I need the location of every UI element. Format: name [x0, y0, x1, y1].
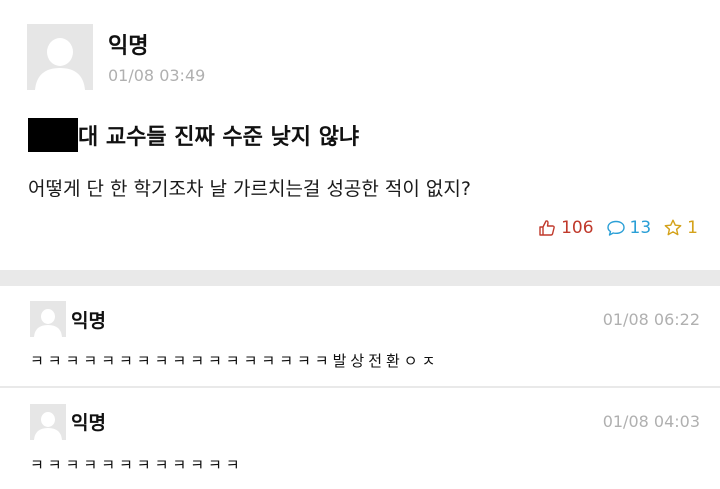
star-icon [664, 219, 682, 236]
post-title-row: 대 교수들 진짜 수준 낮지 않냐 [28, 118, 359, 152]
post-title: 대 교수들 진짜 수준 낮지 않냐 [78, 125, 360, 150]
avatar [30, 404, 66, 440]
comment-item: 익명 01/08 04:03 ㅋㅋㅋㅋㅋㅋㅋㅋㅋㅋㅋㅋ [0, 388, 720, 489]
post-card: 익명 01/08 03:49 대 교수들 진짜 수준 낮지 않냐 어떻게 단 한… [0, 0, 720, 270]
post-timestamp: 01/08 03:49 [108, 66, 206, 85]
section-separator [0, 270, 720, 286]
avatar-icon [30, 301, 66, 337]
comment-text: ㅋㅋㅋㅋㅋㅋㅋㅋㅋㅋㅋㅋㅋㅋㅋㅋㅋ발상전환ㅇㅈ [30, 352, 440, 370]
avatar [30, 301, 66, 337]
scrap-button[interactable]: 1 [663, 218, 698, 238]
avatar-icon [27, 24, 93, 90]
post-stats: 106 13 1 [525, 218, 698, 238]
avatar-icon [30, 404, 66, 440]
post-author: 익명 [108, 34, 149, 59]
comment-author: 익명 [71, 412, 106, 434]
comment-timestamp: 01/08 06:22 [602, 310, 700, 329]
comment-timestamp: 01/08 04:03 [602, 412, 700, 431]
speech-bubble-icon [606, 220, 625, 236]
thumbs-up-icon [539, 220, 555, 236]
scrap-count: 1 [687, 218, 698, 238]
comment-item: 익명 01/08 06:22 ㅋㅋㅋㅋㅋㅋㅋㅋㅋㅋㅋㅋㅋㅋㅋㅋㅋ발상전환ㅇㅈ [0, 286, 720, 386]
post-body: 어떻게 단 한 학기조차 날 가르치는걸 성공한 적이 없지? [28, 178, 471, 200]
comment-count: 13 [629, 218, 652, 238]
like-count: 106 [561, 218, 594, 238]
comment-text: ㅋㅋㅋㅋㅋㅋㅋㅋㅋㅋㅋㅋ [30, 456, 244, 474]
avatar [27, 24, 93, 90]
like-button[interactable]: 106 [537, 218, 594, 238]
redaction-block [28, 118, 78, 152]
comment-count-button[interactable]: 13 [606, 218, 652, 238]
comment-author: 익명 [71, 310, 106, 332]
